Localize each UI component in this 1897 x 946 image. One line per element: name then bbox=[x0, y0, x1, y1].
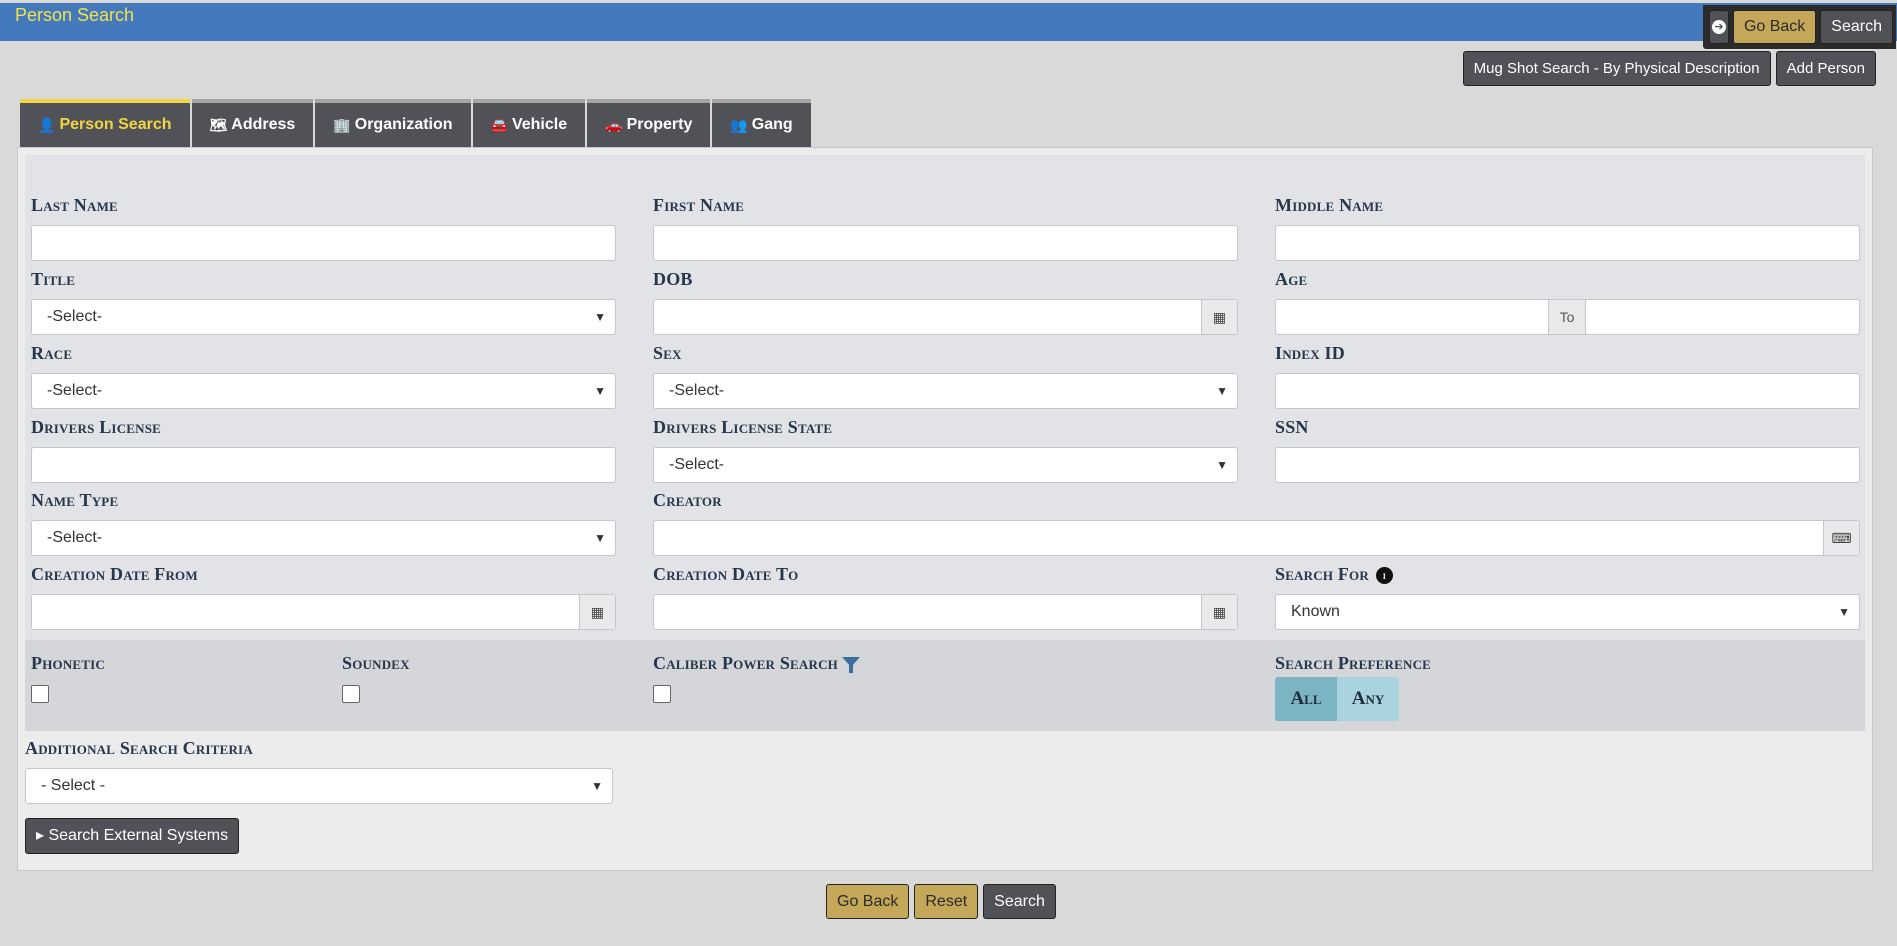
arrow-right-circle-icon[interactable]: ➔ bbox=[1708, 10, 1729, 44]
tab-address[interactable]: 🗺 Address bbox=[191, 99, 314, 147]
dl-state-select[interactable]: -Select- ▼ bbox=[653, 447, 1238, 483]
mugshot-search-button[interactable]: Mug Shot Search - By Physical Descriptio… bbox=[1462, 51, 1771, 86]
creation-from-input[interactable]: ▦ bbox=[31, 594, 616, 630]
tab-gang[interactable]: 👥 Gang bbox=[712, 99, 811, 147]
search-pref-label: Search Preference bbox=[1275, 653, 1432, 673]
search-for-select[interactable]: Known ▼ bbox=[1275, 594, 1860, 630]
first-name-label: First Name bbox=[653, 195, 745, 215]
age-to-addon: To bbox=[1548, 299, 1586, 335]
sex-select[interactable]: -Select- ▼ bbox=[653, 373, 1238, 409]
footer-buttons: Go Back Reset Search bbox=[826, 884, 1056, 919]
creation-to-label: Creation Date To bbox=[653, 564, 799, 584]
age-label: Age bbox=[1275, 269, 1308, 289]
tab-person-search[interactable]: 👤 Person Search bbox=[20, 99, 190, 147]
top-go-back-button[interactable]: Go Back bbox=[1732, 10, 1817, 44]
age-to-input[interactable] bbox=[1585, 299, 1860, 335]
pref-all-button[interactable]: All bbox=[1275, 677, 1337, 721]
chevron-down-icon: ▼ bbox=[1216, 458, 1228, 472]
race-label: Race bbox=[31, 343, 73, 363]
search-tabs: 👤 Person Search 🗺 Address 🏢 Organization… bbox=[20, 99, 811, 147]
index-id-input[interactable] bbox=[1275, 373, 1860, 409]
users-icon: 👥 bbox=[730, 116, 748, 133]
user-icon: 👤 bbox=[38, 116, 56, 133]
tab-property[interactable]: 🚗 Property bbox=[587, 99, 711, 147]
car-icon: 🚘 bbox=[490, 116, 508, 133]
search-panel: Last Name First Name Middle Name Title -… bbox=[17, 147, 1873, 871]
criteria-section: Last Name First Name Middle Name Title -… bbox=[25, 155, 1865, 731]
title-select[interactable]: -Select- ▼ bbox=[31, 299, 616, 335]
dob-input[interactable]: ▦ bbox=[653, 299, 1238, 335]
filter-icon bbox=[841, 657, 860, 673]
chevron-down-icon: ▼ bbox=[591, 779, 603, 793]
keyboard-icon[interactable]: ⌨ bbox=[1823, 521, 1859, 555]
chevron-down-icon: ▼ bbox=[594, 310, 606, 324]
caliber-label: Caliber Power Search bbox=[653, 653, 860, 674]
title-label: Title bbox=[31, 269, 76, 289]
phonetic-checkbox[interactable] bbox=[31, 685, 49, 703]
action-buttons: Mug Shot Search - By Physical Descriptio… bbox=[1462, 51, 1876, 86]
soundex-label: Soundex bbox=[342, 653, 410, 673]
age-from-input[interactable] bbox=[1275, 299, 1549, 335]
additional-criteria-label: Additional Search Criteria bbox=[25, 738, 253, 758]
caliber-checkbox[interactable] bbox=[653, 685, 671, 703]
reset-button[interactable]: Reset bbox=[914, 884, 979, 919]
options-row bbox=[25, 640, 1865, 731]
car-burst-icon: 🚗 bbox=[605, 116, 623, 133]
dob-label: DOB bbox=[653, 269, 693, 289]
tab-organization[interactable]: 🏢 Organization bbox=[315, 99, 471, 147]
middle-name-label: Middle Name bbox=[1275, 195, 1384, 215]
name-type-select[interactable]: -Select- ▼ bbox=[31, 520, 616, 556]
building-icon: 🏢 bbox=[333, 116, 351, 133]
race-select[interactable]: -Select- ▼ bbox=[31, 373, 616, 409]
creation-from-label: Creation Date From bbox=[31, 564, 198, 584]
chevron-down-icon: ▼ bbox=[594, 384, 606, 398]
name-type-label: Name Type bbox=[31, 490, 119, 510]
index-id-label: Index ID bbox=[1275, 343, 1345, 363]
search-pref-toggle: All Any bbox=[1275, 677, 1399, 721]
drivers-license-label: Drivers License bbox=[31, 417, 162, 437]
caret-right-icon: ▸ bbox=[36, 827, 45, 844]
first-name-input[interactable] bbox=[653, 225, 1238, 261]
last-name-input[interactable] bbox=[31, 225, 616, 261]
calendar-icon[interactable]: ▦ bbox=[579, 595, 615, 629]
soundex-checkbox[interactable] bbox=[342, 685, 360, 703]
top-search-button[interactable]: Search bbox=[1820, 10, 1893, 44]
calendar-icon[interactable]: ▦ bbox=[1201, 300, 1237, 334]
tab-vehicle[interactable]: 🚘 Vehicle bbox=[472, 99, 586, 147]
chevron-down-icon: ▼ bbox=[1216, 384, 1228, 398]
chevron-down-icon: ▼ bbox=[1838, 605, 1850, 619]
add-person-button[interactable]: Add Person bbox=[1775, 51, 1876, 86]
ssn-input[interactable] bbox=[1275, 447, 1860, 483]
search-external-button[interactable]: ▸ Search External Systems bbox=[25, 818, 240, 854]
sex-label: Sex bbox=[653, 343, 682, 363]
search-button[interactable]: Search bbox=[983, 884, 1056, 919]
drivers-license-input[interactable] bbox=[31, 447, 616, 483]
info-icon[interactable]: i bbox=[1375, 567, 1393, 584]
phonetic-label: Phonetic bbox=[31, 653, 105, 673]
middle-name-input[interactable] bbox=[1275, 225, 1860, 261]
pref-any-button[interactable]: Any bbox=[1337, 677, 1399, 721]
ssn-label: SSN bbox=[1275, 417, 1309, 437]
go-back-button[interactable]: Go Back bbox=[826, 884, 910, 919]
creator-input[interactable]: ⌨ bbox=[653, 520, 1860, 556]
creator-label: Creator bbox=[653, 490, 722, 510]
map-icon: 🗺 bbox=[209, 116, 228, 133]
additional-criteria-select[interactable]: - Select - ▼ bbox=[25, 768, 613, 804]
title-bar: Person Search bbox=[0, 3, 1897, 41]
dl-state-label: Drivers License State bbox=[653, 417, 833, 437]
chevron-down-icon: ▼ bbox=[594, 531, 606, 545]
last-name-label: Last Name bbox=[31, 195, 118, 215]
creation-to-input[interactable]: ▦ bbox=[653, 594, 1238, 630]
top-toolbar: ➔ Go Back Search bbox=[1702, 5, 1896, 49]
calendar-icon[interactable]: ▦ bbox=[1201, 595, 1237, 629]
search-for-label: Search For i bbox=[1275, 564, 1393, 585]
page-title: Person Search bbox=[15, 5, 135, 25]
